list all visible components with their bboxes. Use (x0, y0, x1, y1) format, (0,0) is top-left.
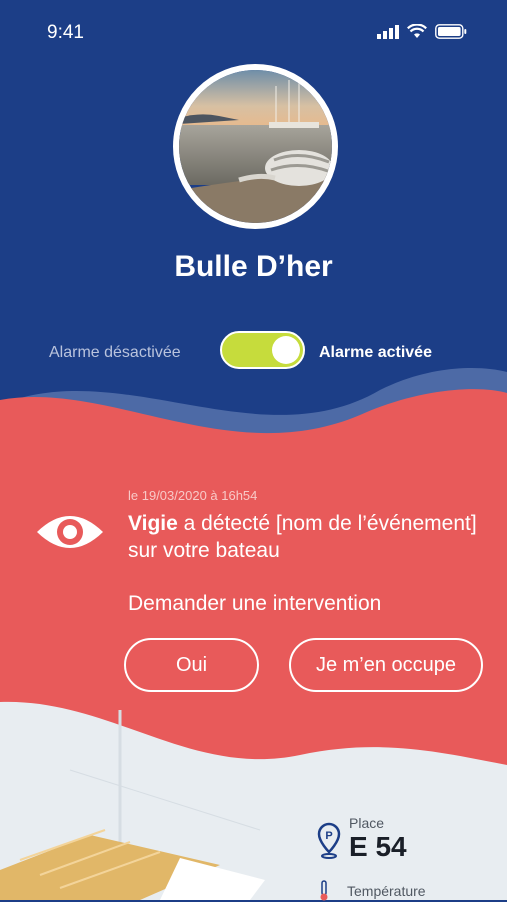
status-time: 9:41 (47, 22, 84, 43)
alert-date: le 19/03/2020 à 16h54 (128, 488, 258, 503)
parking-pin-icon: P (317, 822, 341, 859)
intervention-question: Demander une intervention (128, 592, 382, 615)
harbor-photo (179, 70, 332, 223)
boat-name: Bulle D’her (174, 250, 333, 283)
wave-background (0, 367, 507, 900)
thermometer-icon (320, 880, 328, 901)
status-icons (377, 24, 467, 39)
eye-icon (37, 516, 103, 548)
temperature-label: Température (347, 883, 426, 899)
alert-message: Vigie a détecté [nom de l’événement] sur… (128, 510, 488, 564)
yes-button[interactable]: Oui (124, 638, 259, 692)
battery-icon (435, 24, 467, 39)
place-value: E 54 (349, 831, 407, 862)
signal-icon (377, 24, 399, 39)
place-label: Place (349, 815, 385, 831)
alert-text: a détecté [nom de l’événement] sur votre… (128, 512, 477, 562)
boat-avatar[interactable] (173, 64, 338, 229)
alert-source: Vigie (128, 512, 178, 535)
handle-myself-button[interactable]: Je m’en occupe (289, 638, 483, 692)
wifi-icon (407, 24, 427, 38)
svg-text:P: P (325, 830, 332, 842)
status-bar: 9:41 (0, 0, 507, 66)
